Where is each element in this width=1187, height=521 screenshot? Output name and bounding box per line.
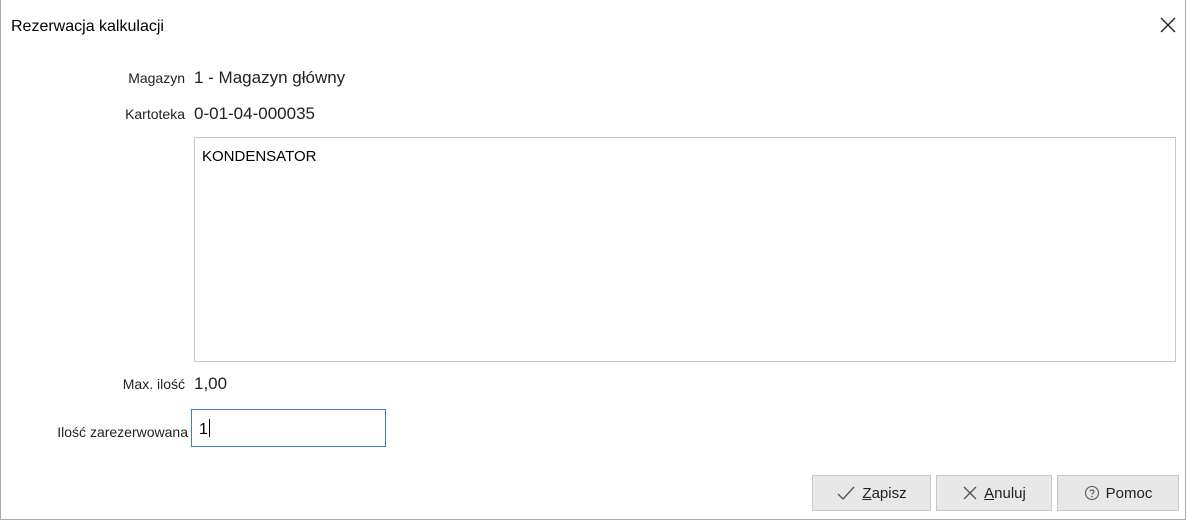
kartoteka-label: Kartoteka xyxy=(125,106,185,122)
description-text: KONDENSATOR xyxy=(202,148,317,165)
check-icon xyxy=(837,486,855,500)
max-quantity-value: 1,00 xyxy=(194,374,228,393)
save-button[interactable]: Zapisz xyxy=(812,475,931,511)
magazyn-label: Magazyn xyxy=(128,70,185,86)
text-caret xyxy=(208,419,210,437)
description-memo[interactable]: KONDENSATOR xyxy=(194,137,1176,362)
close-icon xyxy=(1160,17,1176,33)
help-button[interactable]: Pomoc xyxy=(1057,475,1179,511)
dialog-title: Rezerwacja kalkulacji xyxy=(11,18,164,35)
save-label: Zapisz xyxy=(862,484,907,502)
cancel-button[interactable]: Anuluj xyxy=(936,475,1052,511)
close-button[interactable] xyxy=(1157,14,1179,36)
kartoteka-value: 0-01-04-000035 xyxy=(194,104,315,123)
magazyn-value: 1 - Magazyn główny xyxy=(194,68,346,87)
help-circle-icon xyxy=(1084,485,1099,501)
dialog-window: Rezerwacja kalkulacji Magazyn 1 - Magazy… xyxy=(0,0,1186,520)
max-quantity-label: Max. ilość xyxy=(122,376,185,392)
cancel-label: Anuluj xyxy=(984,484,1026,502)
x-icon xyxy=(963,486,977,500)
help-label: Pomoc xyxy=(1105,484,1153,502)
reserved-quantity-label: Ilość zarezerwowana xyxy=(57,424,188,440)
reserved-quantity-input[interactable]: 1 xyxy=(191,409,386,447)
reserved-quantity-value: 1 xyxy=(199,421,208,438)
